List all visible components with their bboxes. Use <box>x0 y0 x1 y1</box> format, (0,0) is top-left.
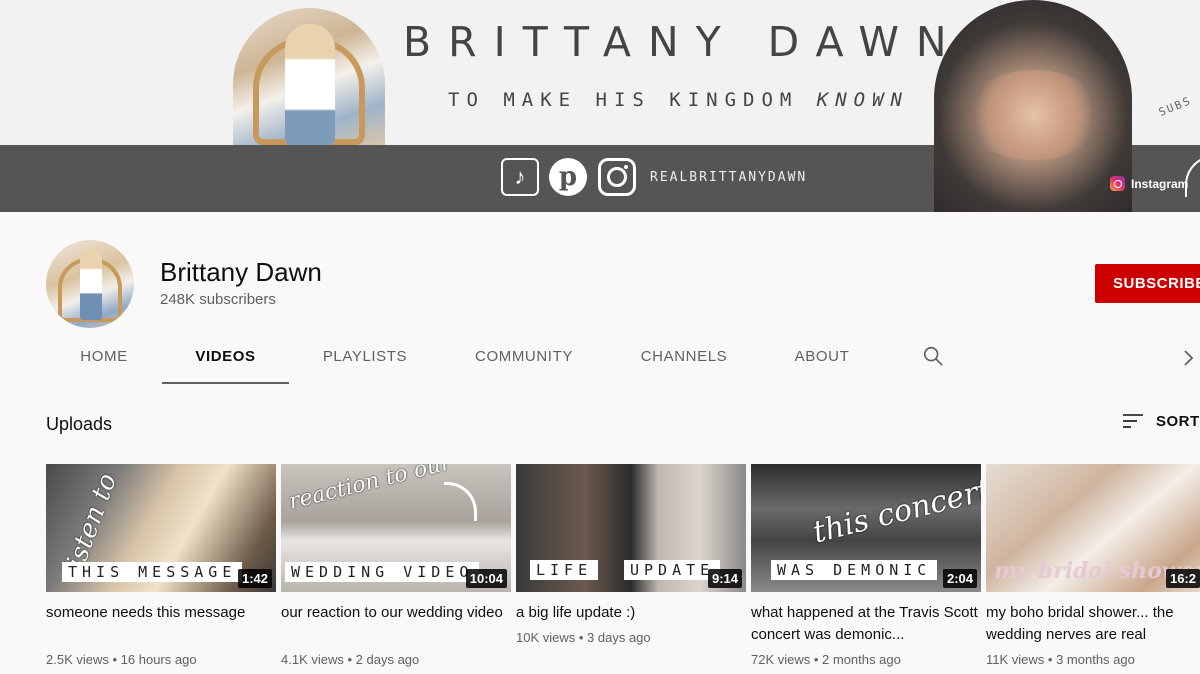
video-meta: 4.1K views • 2 days ago <box>281 652 420 667</box>
tab-videos[interactable]: VIDEOS <box>162 337 289 385</box>
subscribe-button[interactable]: SUBSCRIBE <box>1095 264 1200 303</box>
video-duration: 2:04 <box>942 569 977 588</box>
video-title[interactable]: our reaction to our wedding video <box>281 602 513 646</box>
banner-handle: REALBRITTANYDAWN <box>650 170 808 185</box>
sort-button[interactable]: SORT <box>1122 412 1200 430</box>
uploads-section: Uploads SORT listen to THIS MESSAGE 1:42… <box>0 384 1200 674</box>
video-duration: 10:04 <box>465 569 507 588</box>
sort-label: SORT <box>1156 412 1200 430</box>
video-card[interactable]: listen to THIS MESSAGE 1:42 someone need… <box>46 464 278 667</box>
video-card[interactable]: reaction to our WEDDING VIDEO 10:04 our … <box>281 464 513 667</box>
chevron-right-icon[interactable] <box>1182 349 1196 367</box>
video-duration: 9:14 <box>707 569 742 588</box>
instagram-link[interactable]: Instagram <box>1110 176 1188 191</box>
tab-community[interactable]: COMMUNITY <box>462 337 586 382</box>
tiktok-icon[interactable]: ♪ <box>501 158 539 196</box>
tab-about[interactable]: ABOUT <box>782 337 862 382</box>
thumbnail-caption: THIS MESSAGE <box>62 562 243 582</box>
channel-header: Brittany Dawn 248K subscribers SUBSCRIBE… <box>0 212 1200 385</box>
instagram-small-icon <box>1110 176 1125 191</box>
video-card[interactable]: this concert WAS DEMONIC 2:04 what happe… <box>751 464 983 667</box>
sort-icon <box>1123 414 1143 428</box>
tab-playlists[interactable]: PLAYLISTS <box>310 337 420 382</box>
channel-name: Brittany Dawn <box>160 257 322 287</box>
banner-photo-left <box>233 8 385 145</box>
tab-channels[interactable]: CHANNELS <box>628 337 740 382</box>
channel-banner: BRITTANY DAWN TO MAKE HIS KINGDOM KNOWN … <box>0 0 1200 212</box>
tab-home[interactable]: HOME <box>66 337 142 382</box>
video-meta: 72K views • 2 months ago <box>751 652 901 667</box>
instagram-icon[interactable] <box>598 158 636 196</box>
banner-tagline: TO MAKE HIS KINGDOM KNOWN <box>448 89 909 111</box>
banner-subscribe-text: SUBS <box>1156 94 1194 119</box>
section-title: Uploads <box>46 414 113 434</box>
video-card[interactable]: my bridal shower 16:2 my boho bridal sho… <box>986 464 1200 667</box>
banner-photo-right <box>934 0 1132 212</box>
video-thumbnail[interactable]: LIFE UPDATE 9:14 <box>516 464 746 592</box>
search-icon[interactable] <box>922 345 944 367</box>
channel-avatar[interactable] <box>46 240 134 328</box>
thumbnail-caption: LIFE <box>530 560 599 580</box>
instagram-link-label: Instagram <box>1131 176 1189 191</box>
video-title[interactable]: what happened at the Travis Scott concer… <box>751 602 983 646</box>
video-meta: 10K views • 3 days ago <box>516 630 651 645</box>
video-thumbnail[interactable]: listen to THIS MESSAGE 1:42 <box>46 464 276 592</box>
pinterest-icon[interactable]: p <box>549 158 587 196</box>
thumbnail-caption: UPDATE <box>624 560 721 580</box>
video-title[interactable]: my boho bridal shower... the wedding ner… <box>986 602 1200 646</box>
thumbnail-caption: WAS DEMONIC <box>771 560 938 580</box>
video-card[interactable]: LIFE UPDATE 9:14 a big life update :) 10… <box>516 464 748 645</box>
subscriber-count: 248K subscribers <box>160 291 276 308</box>
video-meta: 2.5K views • 16 hours ago <box>46 652 197 667</box>
video-thumbnail[interactable]: my bridal shower 16:2 <box>986 464 1200 592</box>
banner-title: BRITTANY DAWN <box>403 18 964 66</box>
video-thumbnail[interactable]: this concert WAS DEMONIC 2:04 <box>751 464 981 592</box>
video-thumbnail[interactable]: reaction to our WEDDING VIDEO 10:04 <box>281 464 511 592</box>
video-meta: 11K views • 3 months ago <box>986 652 1135 667</box>
video-duration: 1:42 <box>237 569 272 588</box>
video-duration: 16:2 <box>1165 569 1200 588</box>
video-title[interactable]: someone needs this message <box>46 602 278 646</box>
thumbnail-caption: WEDDING VIDEO <box>285 562 480 582</box>
channel-tabs: HOME VIDEOS PLAYLISTS COMMUNITY CHANNELS… <box>0 337 1200 385</box>
